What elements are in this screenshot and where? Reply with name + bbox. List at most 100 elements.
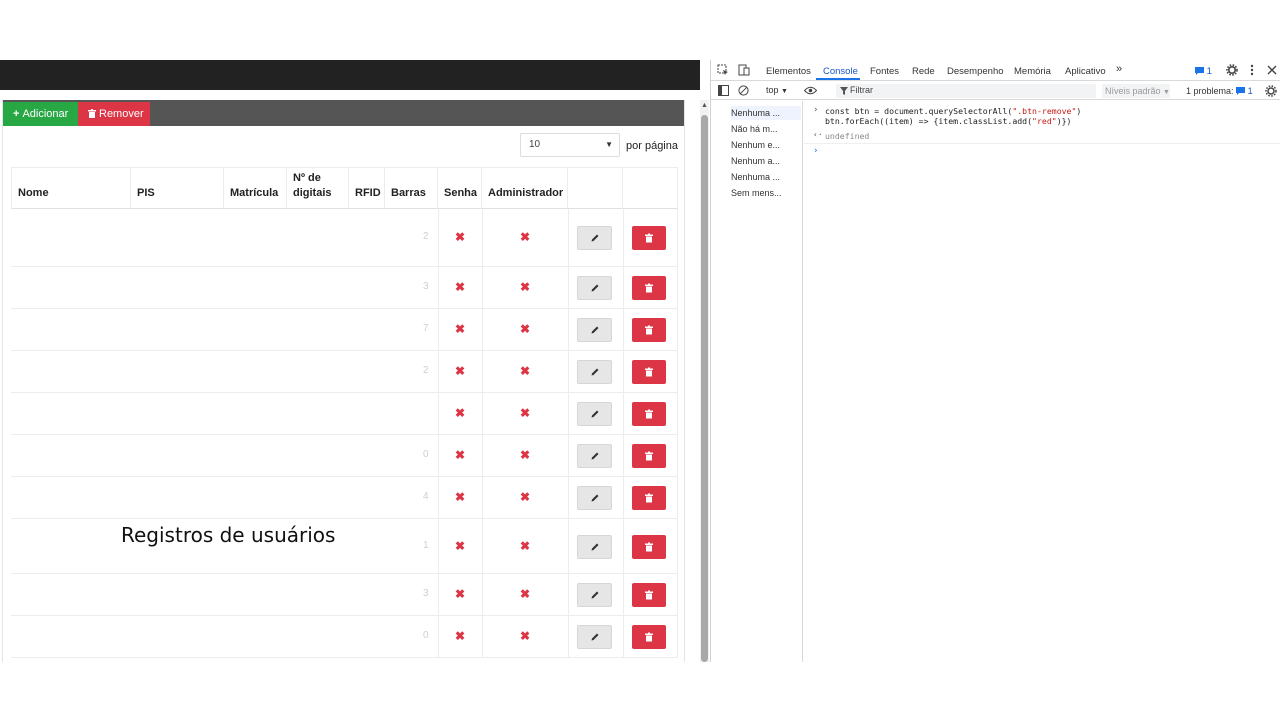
log-levels-select[interactable]: Níveis padrão ▼ (1102, 84, 1170, 98)
delete-button[interactable] (632, 486, 666, 510)
page-scrollbar[interactable]: ▲ (700, 100, 709, 662)
barras-cell: 0 (423, 449, 429, 460)
edit-button[interactable] (577, 486, 612, 510)
barras-cell: 3 (423, 588, 429, 599)
add-button[interactable]: + Adicionar (3, 102, 78, 126)
delete-button[interactable] (632, 226, 666, 250)
tab-network[interactable]: Rede (912, 66, 935, 77)
col-header-digitais[interactable]: Nº de digitais (287, 167, 349, 209)
table-row: ✖ ✖ (11, 393, 678, 435)
delete-button[interactable] (632, 583, 666, 607)
edit-button[interactable] (577, 360, 612, 384)
issues-counter[interactable]: 1 problema: 1 (1186, 86, 1253, 96)
tab-elements[interactable]: Elementos (766, 66, 811, 77)
console-input-line: btn.forEach((item) => {item.classList.ad… (825, 116, 1071, 126)
trash-icon (645, 409, 653, 419)
delete-button[interactable] (632, 318, 666, 342)
console-prompt-icon[interactable]: › (813, 146, 818, 156)
delete-button[interactable] (632, 625, 666, 649)
pencil-icon (591, 368, 598, 376)
edit-button[interactable] (577, 583, 612, 607)
inspect-element-icon[interactable] (717, 64, 729, 76)
code-text: btn.forEach((item) => {item.classList.ad… (825, 116, 1033, 126)
per-page-value: 10 (529, 139, 541, 150)
delete-button[interactable] (632, 360, 666, 384)
col-header-rfid[interactable]: RFID (349, 167, 385, 209)
clear-console-icon[interactable] (738, 85, 749, 96)
sidebar-toggle-icon[interactable] (718, 85, 729, 96)
sidebar-item-messages[interactable]: Nenhuma ... (731, 106, 801, 120)
device-toolbar-icon[interactable] (738, 64, 750, 76)
more-options-icon[interactable] (1249, 64, 1255, 76)
table-row: 3 ✖ ✖ (11, 574, 678, 616)
tab-application[interactable]: Aplicativo (1065, 66, 1106, 77)
senha-no-icon: ✖ (455, 322, 466, 336)
barras-cell: 0 (423, 630, 429, 641)
screenshot-stage: { "page": { "toolbar": { "add_label": "A… (0, 0, 1280, 720)
chevron-down-icon: ▼ (781, 88, 788, 95)
barras-cell: 3 (423, 281, 429, 292)
more-tabs-icon[interactable]: » (1116, 63, 1122, 75)
page-top-navbar (0, 60, 700, 90)
edit-button[interactable] (577, 444, 612, 468)
sidebar-item-warnings[interactable]: Nenhum a... (731, 154, 801, 168)
col-header-label: Matrícula (230, 187, 279, 199)
col-header-nome[interactable]: Nome (11, 167, 131, 209)
sidebar-item-label: Sem mens... (731, 188, 782, 198)
sidebar-item-verbose[interactable]: Sem mens... (731, 186, 801, 200)
col-header-matricula[interactable]: Matrícula (224, 167, 287, 209)
filter-placeholder: Filtrar (850, 85, 873, 95)
sidebar-item-info[interactable]: Nenhuma ... (731, 170, 801, 184)
table-row: 0 ✖ ✖ (11, 616, 678, 658)
delete-button[interactable] (632, 444, 666, 468)
edit-button[interactable] (577, 226, 612, 250)
delete-button[interactable] (632, 402, 666, 426)
close-icon[interactable] (1267, 65, 1277, 75)
pencil-icon (591, 633, 598, 641)
senha-no-icon: ✖ (455, 587, 466, 601)
admin-no-icon: ✖ (520, 629, 531, 643)
edit-button[interactable] (577, 625, 612, 649)
col-header-administrador[interactable]: Administrador (482, 167, 568, 209)
edit-button[interactable] (577, 318, 612, 342)
trash-icon (645, 632, 653, 642)
eye-icon[interactable] (804, 86, 817, 95)
input-prompt-icon: › (813, 105, 819, 115)
sidebar-item-errors[interactable]: Nenhum e... (731, 138, 801, 152)
col-header-pis[interactable]: PIS (131, 167, 224, 209)
barras-cell: 2 (423, 231, 429, 242)
per-page-select[interactable]: 10 ▼ (520, 133, 620, 157)
tab-performance[interactable]: Desempenho (947, 66, 1004, 77)
delete-button[interactable] (632, 276, 666, 300)
console-output[interactable]: › const btn = document.querySelectorAll(… (804, 101, 1280, 662)
tab-console[interactable]: Console (823, 66, 858, 77)
edit-button[interactable] (577, 402, 612, 426)
sidebar-item-user-messages[interactable]: Não há m... (731, 122, 801, 136)
messages-badge[interactable]: 1 (1195, 66, 1212, 77)
tab-sources[interactable]: Fontes (870, 66, 899, 77)
code-string: "red" (1032, 116, 1057, 126)
gear-icon[interactable] (1226, 64, 1238, 76)
barras-cell: 4 (423, 491, 429, 502)
table-row: 0 ✖ ✖ (11, 435, 678, 477)
delete-button[interactable] (632, 535, 666, 559)
context-select[interactable]: top ▼ (766, 85, 788, 95)
chevron-down-icon: ▼ (1163, 89, 1170, 96)
admin-no-icon: ✖ (520, 280, 531, 294)
admin-no-icon: ✖ (520, 448, 531, 462)
output-arrow-icon: ‹· (813, 130, 823, 139)
tab-memory[interactable]: Memória (1014, 66, 1051, 77)
console-settings-icon[interactable] (1265, 85, 1277, 97)
filter-input[interactable]: Filtrar (836, 84, 1096, 98)
edit-button[interactable] (577, 276, 612, 300)
add-button-label: Adicionar (22, 108, 69, 120)
per-page-label: por página (626, 140, 678, 152)
edit-button[interactable] (577, 535, 612, 559)
scroll-up-arrow-icon[interactable]: ▲ (701, 102, 708, 109)
col-header-senha[interactable]: Senha (438, 167, 482, 209)
trash-icon (645, 367, 653, 377)
scrollbar-thumb[interactable] (701, 115, 708, 662)
pencil-icon (591, 452, 598, 460)
remove-button[interactable]: Remover (78, 102, 150, 126)
col-header-barras[interactable]: Barras (385, 167, 438, 209)
